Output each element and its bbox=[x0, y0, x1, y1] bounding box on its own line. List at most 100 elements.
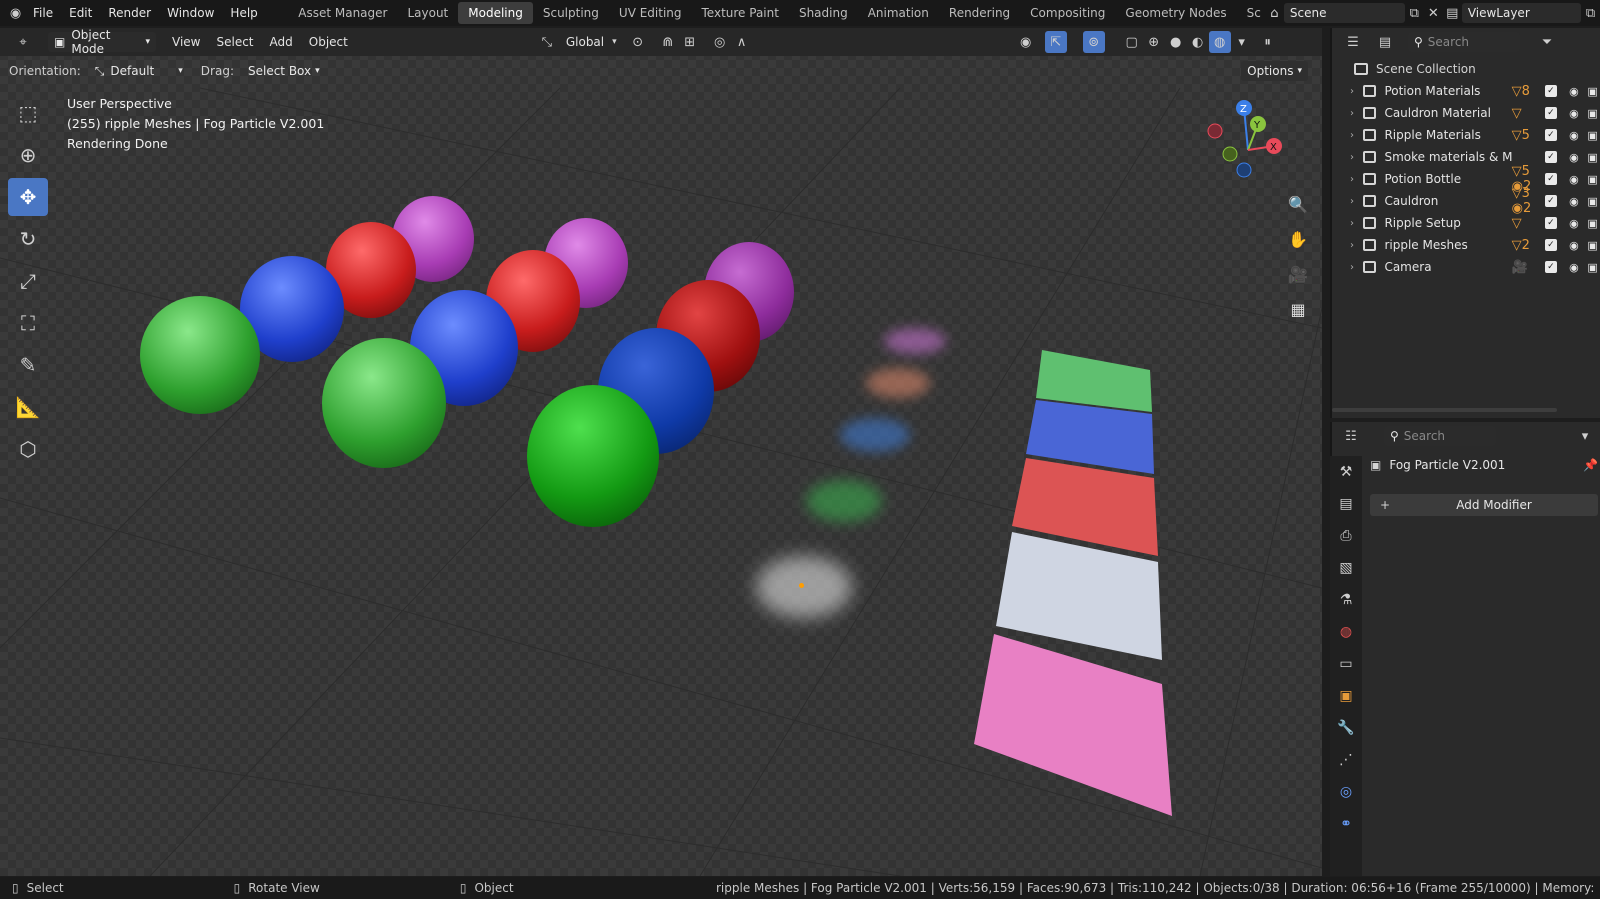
pin-icon[interactable]: 📌 bbox=[1583, 458, 1598, 472]
exclude-checkbox[interactable]: ✓ bbox=[1545, 195, 1557, 207]
green-sphere[interactable] bbox=[322, 338, 446, 468]
eye-icon[interactable]: ◉ bbox=[1565, 85, 1584, 98]
transform-orientation-selector[interactable]: Global bbox=[558, 32, 612, 52]
fog-particle-purple[interactable] bbox=[884, 328, 946, 354]
navigation-gizmo[interactable]: Z Y X bbox=[1204, 98, 1294, 208]
tab-sculpting[interactable]: Sculpting bbox=[533, 2, 609, 24]
tab-compositing[interactable]: Compositing bbox=[1020, 2, 1115, 24]
3d-viewport[interactable]: Z Y X bbox=[0, 28, 1322, 876]
snap-target-icon[interactable]: ⊞ bbox=[679, 31, 701, 53]
outliner-item[interactable]: › Cauldron ▽3 ◉2 ✓ ◉ ▣ bbox=[1332, 186, 1600, 216]
constraints-tab-icon[interactable]: ⚭ bbox=[1330, 808, 1362, 840]
ripple-planes[interactable] bbox=[960, 348, 1190, 858]
world-tab-icon[interactable]: ◍ bbox=[1330, 616, 1362, 648]
xray-icon[interactable]: ▢ bbox=[1121, 31, 1143, 53]
tab-scripting[interactable]: Sc bbox=[1237, 2, 1265, 24]
tab-shading[interactable]: Shading bbox=[789, 2, 858, 24]
measure-tool-icon[interactable]: 📐 bbox=[8, 388, 48, 426]
tab-layout[interactable]: Layout bbox=[397, 2, 458, 24]
view-layer-tab-icon[interactable]: ▧ bbox=[1330, 552, 1362, 584]
eye-icon[interactable]: ◉ bbox=[1565, 107, 1584, 120]
exclude-checkbox[interactable]: ✓ bbox=[1545, 173, 1557, 185]
outliner-item[interactable]: › Camera 🎥 ✓ ◉ ▣ bbox=[1332, 256, 1600, 278]
eye-icon[interactable]: ◉ bbox=[1565, 217, 1584, 230]
fog-particle-white[interactable] bbox=[756, 556, 852, 618]
outliner-item[interactable]: › Potion Materials ▽8 ✓ ◉ ▣ bbox=[1332, 80, 1600, 102]
exclude-checkbox[interactable]: ✓ bbox=[1545, 217, 1557, 229]
wireframe-shading-icon[interactable]: ⊕ bbox=[1143, 31, 1165, 53]
tab-geometry-nodes[interactable]: Geometry Nodes bbox=[1115, 2, 1236, 24]
menu-add[interactable]: Add bbox=[262, 32, 301, 52]
expand-arrow-icon[interactable]: › bbox=[1350, 240, 1363, 251]
cursor-tool-icon[interactable]: ⊕ bbox=[8, 136, 48, 174]
mode-selector[interactable]: ▣ Object Mode ▾ bbox=[48, 28, 156, 56]
outliner-item[interactable]: › Ripple Setup ▽ ✓ ◉ ▣ bbox=[1332, 212, 1600, 234]
outliner-item[interactable]: › Potion Bottle ▽5 ◉2 ✓ ◉ ▣ bbox=[1332, 164, 1600, 194]
render-camera-icon[interactable]: ▣ bbox=[1583, 173, 1600, 186]
drag-selector[interactable]: Select Box ▾ bbox=[242, 61, 326, 81]
outliner-item[interactable]: › Smoke materials & Meshe ✓ ◉ ▣ bbox=[1332, 146, 1600, 168]
exclude-checkbox[interactable]: ✓ bbox=[1545, 129, 1557, 141]
expand-arrow-icon[interactable]: › bbox=[1350, 152, 1363, 163]
menu-window[interactable]: Window bbox=[159, 6, 222, 20]
menu-file[interactable]: File bbox=[25, 6, 61, 20]
proportional-edit-icon[interactable]: ◎ bbox=[709, 31, 731, 53]
menu-view[interactable]: View bbox=[164, 32, 208, 52]
view-layer-selector[interactable]: ViewLayer bbox=[1461, 3, 1581, 23]
expand-arrow-icon[interactable]: › bbox=[1350, 262, 1363, 273]
exclude-checkbox[interactable]: ✓ bbox=[1545, 85, 1557, 97]
editor-type-icon[interactable]: ⌖ bbox=[12, 31, 34, 53]
render-camera-icon[interactable]: ▣ bbox=[1583, 217, 1600, 230]
display-mode-icon[interactable]: ▤ bbox=[1374, 31, 1396, 53]
zoom-icon[interactable]: 🔍 bbox=[1284, 190, 1312, 218]
scene-icon[interactable]: ⌂ bbox=[1265, 2, 1284, 24]
render-camera-icon[interactable]: ▣ bbox=[1583, 239, 1600, 252]
scene-collection-row[interactable]: Scene Collection bbox=[1332, 58, 1600, 80]
fog-particle-green[interactable] bbox=[806, 480, 882, 522]
fog-particle-blue[interactable] bbox=[840, 418, 910, 452]
outliner-scrollbar[interactable] bbox=[1332, 408, 1557, 412]
select-box-tool-icon[interactable]: ⬚ bbox=[8, 94, 48, 132]
material-shading-icon[interactable]: ◐ bbox=[1187, 31, 1209, 53]
outliner-item[interactable]: › Cauldron Material ▽ ✓ ◉ ▣ bbox=[1332, 102, 1600, 124]
collection-tab-icon[interactable]: ▭ bbox=[1330, 648, 1362, 680]
scene-tab-icon[interactable]: ⚗ bbox=[1330, 584, 1362, 616]
green-sphere[interactable] bbox=[527, 385, 659, 527]
filter-icon[interactable]: ⏷ bbox=[1536, 31, 1558, 53]
shading-options-icon[interactable]: ▾ bbox=[1231, 31, 1253, 53]
tab-animation[interactable]: Animation bbox=[858, 2, 939, 24]
render-camera-icon[interactable]: ▣ bbox=[1583, 129, 1600, 142]
expand-arrow-icon[interactable]: › bbox=[1350, 174, 1363, 185]
object-tab-icon[interactable]: ▣ bbox=[1330, 680, 1362, 712]
expand-arrow-icon[interactable]: › bbox=[1350, 196, 1363, 207]
tab-uv-editing[interactable]: UV Editing bbox=[609, 2, 692, 24]
eye-icon[interactable]: ◉ bbox=[1565, 151, 1584, 164]
eye-icon[interactable]: ◉ bbox=[1565, 129, 1584, 142]
blender-logo-icon[interactable]: ◉ bbox=[6, 2, 25, 24]
outliner-editor-type-icon[interactable]: ☰ bbox=[1342, 31, 1364, 53]
close-scene-icon[interactable]: ✕ bbox=[1424, 2, 1443, 24]
scale-tool-icon[interactable]: ⤢ bbox=[8, 262, 48, 300]
render-tab-icon[interactable]: ▤ bbox=[1330, 488, 1362, 520]
options-button[interactable]: Options ▾ bbox=[1241, 61, 1308, 81]
outliner-item[interactable]: › Ripple Materials ▽5 ✓ ◉ ▣ bbox=[1332, 124, 1600, 146]
expand-arrow-icon[interactable]: › bbox=[1350, 130, 1363, 141]
eye-icon[interactable]: ◉ bbox=[1565, 261, 1584, 274]
transform-tool-icon[interactable]: ⛶ bbox=[8, 304, 48, 342]
exclude-checkbox[interactable]: ✓ bbox=[1545, 151, 1557, 163]
annotate-tool-icon[interactable]: ✎ bbox=[8, 346, 48, 384]
menu-edit[interactable]: Edit bbox=[61, 6, 100, 20]
render-camera-icon[interactable]: ▣ bbox=[1583, 107, 1600, 120]
pause-render-icon[interactable]: ⏸ bbox=[1257, 31, 1279, 53]
tab-asset-manager[interactable]: Asset Manager bbox=[288, 2, 397, 24]
perspective-toggle-icon[interactable]: ▦ bbox=[1284, 295, 1312, 323]
gizmo-toggle-icon[interactable]: ⇱ bbox=[1044, 31, 1067, 53]
visibility-icon[interactable]: ◉ bbox=[1015, 31, 1037, 53]
exclude-checkbox[interactable]: ✓ bbox=[1545, 107, 1557, 119]
rotate-tool-icon[interactable]: ↻ bbox=[8, 220, 48, 258]
properties-editor-type-icon[interactable]: ☷ bbox=[1340, 425, 1362, 447]
move-tool-icon[interactable]: ✥ bbox=[8, 178, 48, 216]
orientation-selector[interactable]: ⤡ Default ▾ bbox=[89, 61, 189, 81]
chevron-down-icon[interactable]: ▾ bbox=[1574, 425, 1596, 447]
output-tab-icon[interactable]: ⎙ bbox=[1330, 520, 1362, 552]
